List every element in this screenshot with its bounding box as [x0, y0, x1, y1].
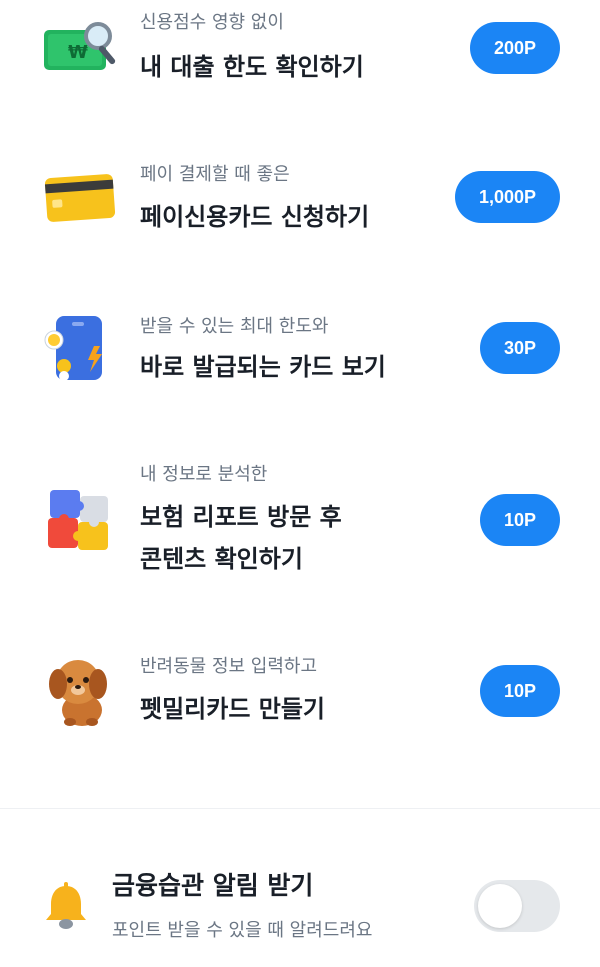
section-divider	[0, 808, 600, 809]
mission-title: 페이신용카드 신청하기	[140, 203, 370, 231]
money-magnifier-icon: ₩	[42, 10, 118, 86]
puppy-icon	[42, 652, 118, 728]
reward-button[interactable]: 10P	[479, 494, 560, 546]
mission-subtitle: 페이 결제할 때 좋은	[140, 164, 290, 185]
mission-title: 바로 발급되는 카드 보기	[140, 353, 386, 381]
mission-subtitle: 받을 수 있는 최대 한도와	[140, 316, 329, 337]
puzzle-icon	[42, 484, 118, 560]
reward-button[interactable]: 200P	[469, 22, 560, 74]
mission-title-line-2: 콘텐츠 확인하기	[140, 545, 303, 573]
notification-toggle[interactable]	[474, 880, 560, 932]
notification-title: 금융습관 알림 받기	[112, 871, 314, 900]
mission-title: 펫밀리카드 만들기	[140, 695, 325, 723]
phone-card-icon	[42, 310, 118, 386]
mission-subtitle: 반려동물 정보 입력하고	[140, 656, 318, 677]
mission-title: 내 대출 한도 확인하기	[140, 53, 364, 81]
notification-setting: 금융습관 알림 받기 포인트 받을 수 있을 때 알려드려요	[0, 860, 600, 960]
notification-subtitle: 포인트 받을 수 있을 때 알려드려요	[112, 920, 373, 941]
reward-button[interactable]: 1,000P	[454, 171, 560, 223]
reward-button[interactable]: 30P	[479, 322, 560, 374]
mission-subtitle: 내 정보로 분석한	[140, 464, 268, 485]
mission-subtitle: 신용점수 영향 없이	[140, 12, 284, 33]
mission-title: 보험 리포트 방문 후	[140, 503, 342, 531]
bell-icon	[40, 880, 92, 932]
credit-card-icon	[42, 160, 118, 236]
reward-button[interactable]: 10P	[479, 665, 560, 717]
svg-text:₩: ₩	[68, 42, 88, 63]
toggle-knob	[478, 884, 522, 928]
